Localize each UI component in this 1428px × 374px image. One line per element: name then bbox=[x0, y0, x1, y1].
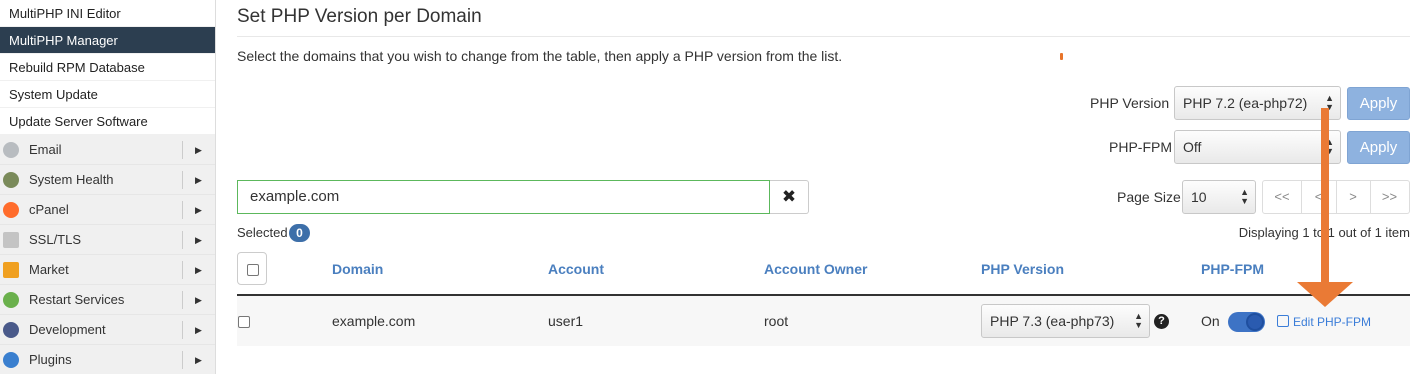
pager-last-button[interactable]: >> bbox=[1370, 180, 1410, 214]
sidebar-item-multiphp-manager[interactable]: MultiPHP Manager bbox=[0, 27, 215, 54]
column-header-account[interactable]: Account bbox=[548, 261, 604, 277]
pager-first-button[interactable]: << bbox=[1262, 180, 1302, 214]
sidebar-category-label: Market bbox=[29, 262, 69, 277]
sidebar-category-label: Restart Services bbox=[29, 292, 125, 307]
edit-php-fpm-label: Edit PHP-FPM bbox=[1293, 315, 1372, 329]
page-description: Select the domains that you wish to chan… bbox=[237, 48, 843, 64]
search-input[interactable]: example.com bbox=[237, 180, 770, 214]
divider bbox=[182, 321, 183, 339]
expand-arrow-icon[interactable]: ▶ bbox=[195, 345, 202, 374]
cart-icon bbox=[3, 262, 19, 278]
sidebar-item-system-update[interactable]: System Update bbox=[0, 81, 215, 108]
expand-arrow-icon[interactable]: ▶ bbox=[195, 315, 202, 345]
sidebar-category-email[interactable]: Email ▶ bbox=[0, 135, 215, 165]
plugin-icon bbox=[3, 352, 19, 368]
apply-php-version-button[interactable]: Apply bbox=[1347, 87, 1410, 120]
gear-icon bbox=[3, 172, 19, 188]
sidebar-item-multiphp-ini-editor[interactable]: MultiPHP INI Editor bbox=[0, 0, 215, 27]
certificate-icon bbox=[3, 232, 19, 248]
sidebar-category-system-health[interactable]: System Health ▶ bbox=[0, 165, 215, 195]
row-checkbox[interactable] bbox=[238, 316, 250, 328]
sidebar-category-label: cPanel bbox=[29, 202, 69, 217]
divider bbox=[182, 171, 183, 189]
expand-arrow-icon[interactable]: ▶ bbox=[195, 195, 202, 225]
cell-account: user1 bbox=[548, 313, 584, 329]
sidebar-category-label: System Health bbox=[29, 172, 114, 187]
php-fpm-select[interactable]: Off ▲ ▼ bbox=[1174, 130, 1341, 164]
select-all-checkbox-wrapper bbox=[237, 252, 267, 285]
expand-arrow-icon[interactable]: ▶ bbox=[195, 285, 202, 315]
sidebar: MultiPHP INI Editor MultiPHP Manager Reb… bbox=[0, 0, 216, 374]
select-all-checkbox[interactable] bbox=[247, 264, 259, 276]
sidebar-category-label: Plugins bbox=[29, 352, 72, 367]
column-header-php-version[interactable]: PHP Version bbox=[981, 261, 1064, 277]
php-version-select-value: PHP 7.2 (ea-php72) bbox=[1183, 95, 1308, 111]
selected-label: Selected bbox=[237, 225, 288, 240]
cell-account-owner: root bbox=[764, 313, 789, 329]
php-fpm-select-value: Off bbox=[1183, 139, 1202, 155]
pager-prev-button[interactable]: < bbox=[1301, 180, 1337, 214]
column-header-domain[interactable]: Domain bbox=[332, 261, 383, 277]
sidebar-category-plugins[interactable]: Plugins ▶ bbox=[0, 345, 215, 374]
select-arrows-icon: ▲ ▼ bbox=[1240, 187, 1249, 206]
expand-arrow-icon[interactable]: ▶ bbox=[195, 225, 202, 255]
wrench-icon bbox=[3, 322, 19, 338]
sidebar-category-ssl-tls[interactable]: SSL/TLS ▶ bbox=[0, 225, 215, 255]
annotation-arrow-head bbox=[1297, 282, 1353, 307]
annotation-marker bbox=[1060, 53, 1063, 60]
cpanel-icon bbox=[3, 202, 19, 218]
sidebar-category-cpanel[interactable]: cPanel ▶ bbox=[0, 195, 215, 225]
page-title: Set PHP Version per Domain bbox=[237, 6, 482, 27]
edit-icon bbox=[1277, 315, 1289, 327]
clear-search-button[interactable]: ✖ bbox=[770, 180, 809, 214]
divider bbox=[182, 351, 183, 369]
divider bbox=[182, 201, 183, 219]
toggle-knob bbox=[1246, 313, 1264, 331]
pager-next-button[interactable]: > bbox=[1336, 180, 1371, 214]
divider bbox=[182, 291, 183, 309]
row-php-version-select-value: PHP 7.3 (ea-php73) bbox=[990, 313, 1115, 329]
select-arrows-icon: ▲ ▼ bbox=[1134, 311, 1143, 330]
selected-count-badge: 0 bbox=[289, 224, 310, 242]
page-size-select[interactable]: 10 ▲ ▼ bbox=[1182, 180, 1256, 214]
edit-php-fpm-link[interactable]: Edit PHP-FPM bbox=[1277, 315, 1371, 329]
expand-arrow-icon[interactable]: ▶ bbox=[195, 165, 202, 195]
sidebar-category-label: SSL/TLS bbox=[29, 232, 82, 247]
column-header-account-owner[interactable]: Account Owner bbox=[764, 261, 867, 277]
help-icon[interactable]: ? bbox=[1154, 314, 1169, 329]
divider bbox=[182, 231, 183, 249]
divider bbox=[182, 261, 183, 279]
sidebar-category-development[interactable]: Development ▶ bbox=[0, 315, 215, 345]
annotation-arrow-shaft bbox=[1321, 108, 1329, 283]
title-divider bbox=[237, 36, 1410, 37]
php-version-select[interactable]: PHP 7.2 (ea-php72) ▲ ▼ bbox=[1174, 86, 1341, 120]
column-header-php-fpm[interactable]: PHP-FPM bbox=[1201, 261, 1264, 277]
php-fpm-state: On bbox=[1201, 313, 1220, 329]
sidebar-category-market[interactable]: Market ▶ bbox=[0, 255, 215, 285]
sidebar-category-restart-services[interactable]: Restart Services ▶ bbox=[0, 285, 215, 315]
php-fpm-label: PHP-FPM bbox=[1109, 139, 1172, 155]
email-icon bbox=[3, 142, 19, 158]
expand-arrow-icon[interactable]: ▶ bbox=[195, 255, 202, 285]
page-size-select-value: 10 bbox=[1191, 189, 1207, 205]
apply-php-fpm-button[interactable]: Apply bbox=[1347, 131, 1410, 164]
sidebar-item-update-server-software[interactable]: Update Server Software bbox=[0, 108, 215, 135]
row-php-version-select[interactable]: PHP 7.3 (ea-php73) ▲ ▼ bbox=[981, 304, 1150, 338]
expand-arrow-icon[interactable]: ▶ bbox=[195, 135, 202, 165]
restart-icon bbox=[3, 292, 19, 308]
sidebar-item-rebuild-rpm-database[interactable]: Rebuild RPM Database bbox=[0, 54, 215, 81]
sidebar-category-label: Development bbox=[29, 322, 106, 337]
divider bbox=[182, 141, 183, 159]
page-size-label: Page Size bbox=[1117, 189, 1181, 205]
php-version-label: PHP Version bbox=[1090, 95, 1170, 111]
cell-domain: example.com bbox=[332, 313, 416, 329]
php-fpm-toggle[interactable] bbox=[1228, 312, 1265, 332]
sidebar-category-label: Email bbox=[29, 142, 62, 157]
